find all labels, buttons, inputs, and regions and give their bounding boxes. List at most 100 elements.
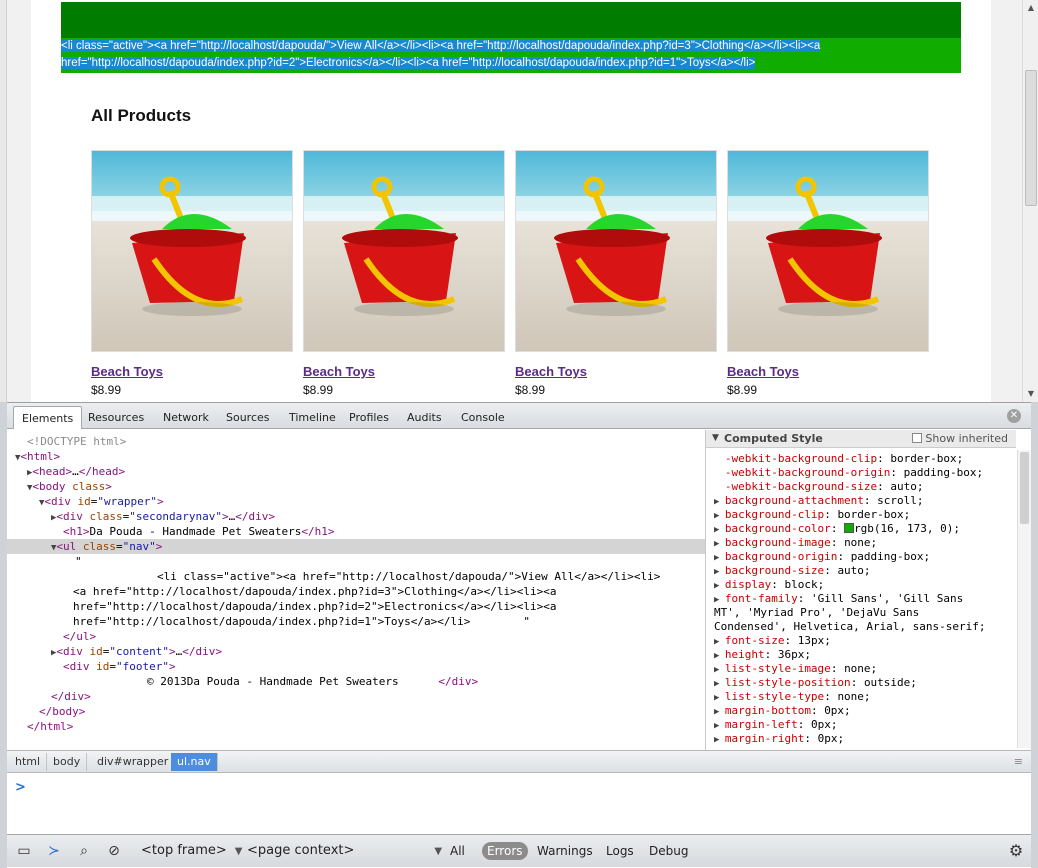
collapse-triangle-icon[interactable]: ▶ bbox=[714, 581, 725, 591]
filter-warnings[interactable]: Warnings bbox=[532, 842, 598, 860]
product-image[interactable] bbox=[91, 150, 293, 352]
computed-style-row[interactable]: ▶ list-style-position: outside; bbox=[714, 676, 1014, 690]
tab-sources[interactable]: Sources bbox=[218, 406, 278, 429]
computed-style-row[interactable]: ▶ margin-left: 0px; bbox=[714, 718, 1014, 732]
filter-all[interactable]: All bbox=[445, 842, 470, 860]
product-name-link[interactable]: Beach Toys bbox=[303, 364, 505, 379]
style-scrollbar-thumb[interactable] bbox=[1020, 452, 1029, 524]
dom-node-secondarynav[interactable]: ▶<div class="secondarynav">…</div> bbox=[7, 509, 705, 524]
collapse-triangle-icon[interactable]: ▶ bbox=[714, 511, 725, 521]
style-prop-value: auto; bbox=[890, 480, 924, 493]
computed-style-row[interactable]: MT', 'Myriad Pro', 'DejaVu Sans bbox=[714, 606, 1014, 620]
computed-style-row[interactable]: -webkit-background-clip: border-box; bbox=[714, 452, 1014, 466]
context-select[interactable]: <page context> ▼ bbox=[247, 841, 442, 861]
collapse-triangle-icon[interactable]: ▶ bbox=[714, 679, 725, 689]
filter-errors[interactable]: Errors bbox=[482, 842, 528, 860]
style-prop-value: 13px; bbox=[797, 634, 831, 647]
computed-style-row[interactable]: ▶ background-image: none; bbox=[714, 536, 1014, 550]
dom-node-body-close[interactable]: </body> bbox=[7, 704, 705, 719]
product-name-link[interactable]: Beach Toys bbox=[727, 364, 929, 379]
tab-timeline[interactable]: Timeline bbox=[281, 406, 344, 429]
collapse-triangle-icon[interactable]: ▶ bbox=[714, 707, 725, 717]
computed-style-row[interactable]: -webkit-background-origin: padding-box; bbox=[714, 466, 1014, 480]
tab-audits[interactable]: Audits bbox=[399, 406, 450, 429]
dom-node-doctype[interactable]: <!DOCTYPE html> bbox=[7, 434, 705, 449]
breadcrumb-body[interactable]: body bbox=[47, 753, 88, 771]
computed-style-row[interactable]: ▶ background-color: rgb(16, 173, 0); bbox=[714, 522, 1014, 536]
product-image[interactable] bbox=[303, 150, 505, 352]
dom-node-wrapper-close[interactable]: </div> bbox=[7, 689, 705, 704]
console-input[interactable]: > bbox=[7, 774, 1031, 834]
tab-profiles[interactable]: Profiles bbox=[341, 406, 397, 429]
computed-style-row[interactable]: ▶ margin-bottom: 0px; bbox=[714, 704, 1014, 718]
tab-elements[interactable]: Elements bbox=[13, 406, 83, 429]
dom-node-html[interactable]: ▼<html> bbox=[7, 449, 705, 464]
dom-node-ul-close[interactable]: </ul> bbox=[7, 629, 705, 644]
product-name-link[interactable]: Beach Toys bbox=[515, 364, 717, 379]
collapse-triangle-icon[interactable]: ▶ bbox=[714, 567, 725, 577]
search-icon[interactable]: ⌕ bbox=[73, 841, 95, 861]
computed-style-row[interactable]: ▶ display: block; bbox=[714, 578, 1014, 592]
style-prop-name: -webkit-background-origin bbox=[724, 466, 891, 479]
computed-style-row[interactable]: ▶ list-style-type: none; bbox=[714, 690, 1014, 704]
collapse-triangle-icon[interactable]: ▶ bbox=[714, 651, 725, 661]
product-image[interactable] bbox=[727, 150, 929, 352]
computed-style-row[interactable]: ▶ background-attachment: scroll; bbox=[714, 494, 1014, 508]
breadcrumb-ul-nav[interactable]: ul.nav bbox=[171, 753, 218, 771]
show-console-icon[interactable]: ≻ bbox=[43, 841, 65, 861]
tab-network[interactable]: Network bbox=[155, 406, 217, 429]
computed-style-row[interactable]: ▶ background-clip: border-box; bbox=[714, 508, 1014, 522]
close-icon[interactable]: ✕ bbox=[1007, 409, 1021, 423]
scroll-up-icon[interactable]: ▲ bbox=[1023, 2, 1038, 14]
dom-node-wrapper[interactable]: ▼<div id="wrapper"> bbox=[7, 494, 705, 509]
show-inherited-checkbox[interactable]: Show inherited bbox=[912, 432, 1008, 445]
style-prop-name: list-style-type bbox=[724, 690, 825, 703]
computed-style-row[interactable]: -webkit-background-size: auto; bbox=[714, 480, 1014, 494]
computed-style-row[interactable]: ▶ background-origin: padding-box; bbox=[714, 550, 1014, 564]
collapse-triangle-icon[interactable]: ▶ bbox=[714, 525, 725, 535]
computed-style-row[interactable]: Condensed', Helvetica, Arial, sans-serif… bbox=[714, 620, 1014, 634]
collapse-triangle-icon[interactable]: ▶ bbox=[714, 665, 725, 675]
product-image[interactable] bbox=[515, 150, 717, 352]
product-name-link[interactable]: Beach Toys bbox=[91, 364, 293, 379]
breadcrumb-html[interactable]: html bbox=[9, 753, 48, 771]
collapse-triangle-icon[interactable]: ▶ bbox=[714, 721, 725, 731]
clear-console-icon[interactable]: ⊘ bbox=[103, 841, 125, 861]
computed-style-row[interactable]: ▶ font-size: 13px; bbox=[714, 634, 1014, 648]
collapse-triangle-icon[interactable]: ▶ bbox=[714, 693, 725, 703]
tab-resources[interactable]: Resources bbox=[80, 406, 152, 429]
dom-node-h1[interactable]: <h1>Da Pouda - Handmade Pet Sweaters</h1… bbox=[7, 524, 705, 539]
page-scrollbar[interactable]: ▲ ▼ bbox=[1022, 0, 1038, 402]
computed-style-row[interactable]: ▶ list-style-image: none; bbox=[714, 662, 1014, 676]
collapse-triangle-icon[interactable]: ▶ bbox=[714, 497, 725, 507]
color-swatch[interactable] bbox=[844, 523, 855, 533]
page-title: All Products bbox=[91, 106, 192, 125]
style-scrollbar[interactable] bbox=[1017, 450, 1031, 748]
computed-style-row[interactable]: ▶ font-family: 'Gill Sans', 'Gill Sans bbox=[714, 592, 1014, 606]
computed-style-row[interactable]: ▶ height: 36px; bbox=[714, 648, 1014, 662]
collapse-triangle-icon[interactable]: ▶ bbox=[714, 637, 725, 647]
dom-node-body[interactable]: ▼<body class> bbox=[7, 479, 705, 494]
collapse-triangle-icon[interactable]: ▶ bbox=[714, 595, 725, 605]
computed-style-header[interactable]: ▼ Computed Style Show inherited bbox=[706, 430, 1016, 448]
dom-node-ul-nav-selected[interactable]: ▼<ul class="nav"> bbox=[7, 539, 705, 554]
tab-console[interactable]: Console bbox=[453, 406, 513, 429]
collapse-triangle-icon[interactable]: ▶ bbox=[714, 539, 725, 549]
scroll-down-icon[interactable]: ▼ bbox=[1023, 388, 1038, 400]
dom-node-content[interactable]: ▶<div id="content">…</div> bbox=[7, 644, 705, 659]
frame-select[interactable]: <top frame> ▼ bbox=[141, 841, 242, 861]
filter-logs[interactable]: Logs bbox=[601, 842, 639, 860]
page-scrollbar-thumb[interactable] bbox=[1025, 70, 1037, 206]
collapse-triangle-icon[interactable]: ▶ bbox=[714, 735, 725, 745]
breadcrumb-wrapper[interactable]: div#wrapper bbox=[91, 753, 176, 771]
dom-node-head[interactable]: ▶<head>…</head> bbox=[7, 464, 705, 479]
dom-node-html-close[interactable]: </html> bbox=[7, 719, 705, 734]
collapse-triangle-icon[interactable]: ▶ bbox=[714, 553, 725, 563]
expand-triangle-icon[interactable]: ▼ bbox=[712, 433, 719, 443]
filter-debug[interactable]: Debug bbox=[644, 842, 693, 860]
dock-icon[interactable]: ▭ bbox=[13, 841, 35, 861]
dom-node-footer[interactable]: <div id="footer"> bbox=[7, 659, 705, 674]
computed-style-row[interactable]: ▶ background-size: auto; bbox=[714, 564, 1014, 578]
computed-style-row[interactable]: ▶ margin-right: 0px; bbox=[714, 732, 1014, 746]
gear-icon[interactable]: ⚙ bbox=[1005, 841, 1027, 861]
